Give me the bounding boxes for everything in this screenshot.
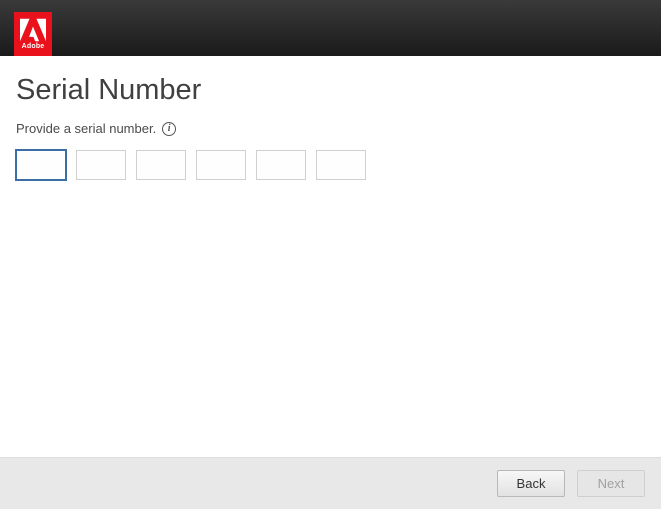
adobe-a-icon [20,18,46,42]
serial-field-6[interactable] [316,150,366,180]
info-icon[interactable]: i [162,122,176,136]
content-area: Serial Number Provide a serial number. i [0,56,661,457]
back-button[interactable]: Back [497,470,565,497]
instruction-text: Provide a serial number. [16,121,156,136]
next-button[interactable]: Next [577,470,645,497]
serial-field-4[interactable] [196,150,246,180]
page-title: Serial Number [16,74,645,107]
adobe-logo: Adobe [14,12,52,56]
footer-bar: Back Next [0,457,661,509]
serial-field-2[interactable] [76,150,126,180]
serial-field-3[interactable] [136,150,186,180]
instruction-row: Provide a serial number. i [16,121,645,136]
adobe-logo-text: Adobe [22,43,45,50]
serial-field-1[interactable] [15,149,67,181]
serial-field-5[interactable] [256,150,306,180]
serial-input-group [16,150,645,180]
window-header: Adobe [0,0,661,56]
